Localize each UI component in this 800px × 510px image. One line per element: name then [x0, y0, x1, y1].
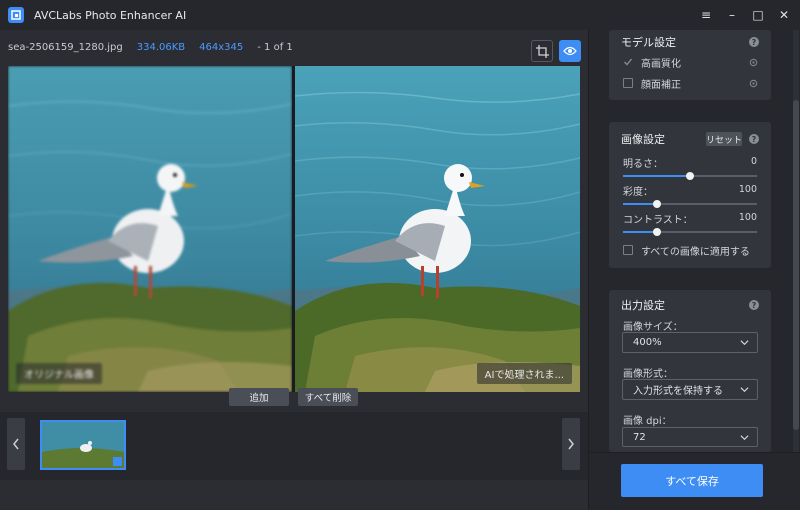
output-settings-title: 出力設定	[621, 299, 665, 312]
slider-knob[interactable]	[652, 200, 661, 208]
settings-scrollbar[interactable]	[793, 30, 799, 452]
preview-toggle-button[interactable]	[559, 40, 581, 62]
file-info-bar: sea-2506159_1280.jpg 334.06KB 464x345 - …	[8, 42, 293, 58]
app-logo-icon	[8, 7, 24, 23]
face-label: 顔面補正	[641, 80, 681, 91]
image-size-value: 400%	[633, 337, 662, 348]
chevron-down-icon	[740, 340, 749, 346]
help-icon[interactable]: ?	[749, 134, 759, 144]
contrast-value: 100	[738, 212, 757, 223]
help-icon[interactable]: ?	[749, 37, 759, 47]
image-size-select[interactable]: 400%	[622, 332, 758, 353]
image-dpi-select[interactable]: 72	[622, 427, 758, 447]
menu-icon[interactable]: ≡	[700, 8, 712, 22]
file-name: sea-2506159_1280.jpg	[8, 42, 123, 53]
hq-checkbox[interactable]	[623, 57, 633, 67]
file-size: 334.06KB	[136, 42, 186, 53]
chevron-left-icon	[13, 438, 19, 450]
maximize-icon[interactable]: □	[752, 8, 764, 22]
title-bar: AVCLabs Photo Enhancer AI ≡ – □ ✕	[0, 0, 800, 30]
saturation-label: 彩度：	[623, 187, 653, 198]
chevron-right-icon	[568, 438, 574, 450]
brightness-slider[interactable]	[623, 172, 757, 180]
contrast-slider[interactable]	[623, 228, 757, 236]
model-settings-card: モデル設定 ? 高画質化 顔面補正	[609, 30, 771, 100]
image-settings-card: 画像設定 リセット ? 明るさ： 0 彩度： 100 コントラスト： 100 す…	[609, 122, 771, 268]
output-settings-card: 出力設定 ? 画像サイズ： 400% 画像形式： 入力形式を保持する 画像 dp…	[609, 290, 771, 452]
saturation-value: 100	[738, 184, 757, 195]
thumbnail-item[interactable]	[40, 420, 126, 470]
original-image: オリジナル画像	[8, 66, 292, 392]
enhanced-image-label: AIで処理されま...	[476, 363, 572, 384]
prev-thumbnail-button[interactable]	[7, 418, 25, 470]
image-dpi-value: 72	[633, 431, 646, 443]
comparison-viewer: オリジナル画像 AIで処理されま...	[8, 66, 580, 392]
image-dpi-label: 画像 dpi：	[623, 416, 672, 427]
scroll-thumb[interactable]	[793, 100, 799, 430]
help-icon[interactable]: ?	[749, 300, 759, 310]
close-icon[interactable]: ✕	[778, 8, 790, 22]
image-settings-title: 画像設定	[621, 133, 665, 146]
chevron-down-icon	[740, 435, 749, 441]
brightness-value: 0	[750, 156, 757, 167]
page-counter: - 1 of 1	[257, 42, 293, 53]
saturation-slider[interactable]	[623, 200, 757, 208]
slider-knob[interactable]	[686, 172, 694, 180]
image-format-label: 画像形式：	[623, 369, 673, 380]
face-checkbox[interactable]	[623, 78, 633, 88]
model-settings-title: モデル設定	[621, 36, 676, 49]
apply-all-checkbox[interactable]	[623, 245, 633, 255]
delete-all-button[interactable]: すべて削除	[298, 388, 358, 406]
file-dimensions: 464x345	[199, 42, 244, 53]
add-button[interactable]: 追加	[229, 388, 289, 406]
eye-icon	[563, 46, 577, 56]
hq-label: 高画質化	[641, 59, 681, 70]
enhanced-image: AIで処理されま...	[295, 66, 580, 392]
image-format-value: 入力形式を保持する	[633, 386, 723, 397]
original-image-label: オリジナル画像	[16, 363, 102, 384]
next-thumbnail-button[interactable]	[562, 418, 580, 470]
slider-knob[interactable]	[652, 228, 661, 236]
minimize-icon[interactable]: –	[726, 8, 738, 22]
image-format-select[interactable]: 入力形式を保持する	[622, 379, 758, 400]
brightness-label: 明るさ：	[623, 159, 663, 170]
gear-icon[interactable]	[748, 57, 759, 68]
crop-button[interactable]	[531, 40, 553, 62]
apply-all-label: すべての画像に適用する	[641, 247, 750, 258]
chevron-down-icon	[740, 387, 749, 393]
contrast-label: コントラスト：	[623, 215, 693, 226]
save-all-button[interactable]: すべて保存	[621, 464, 763, 497]
crop-icon	[535, 44, 549, 58]
gear-icon[interactable]	[748, 78, 759, 89]
reset-button[interactable]: リセット	[706, 132, 742, 146]
image-size-label: 画像サイズ：	[623, 322, 683, 333]
app-title: AVCLabs Photo Enhancer AI	[34, 8, 187, 22]
